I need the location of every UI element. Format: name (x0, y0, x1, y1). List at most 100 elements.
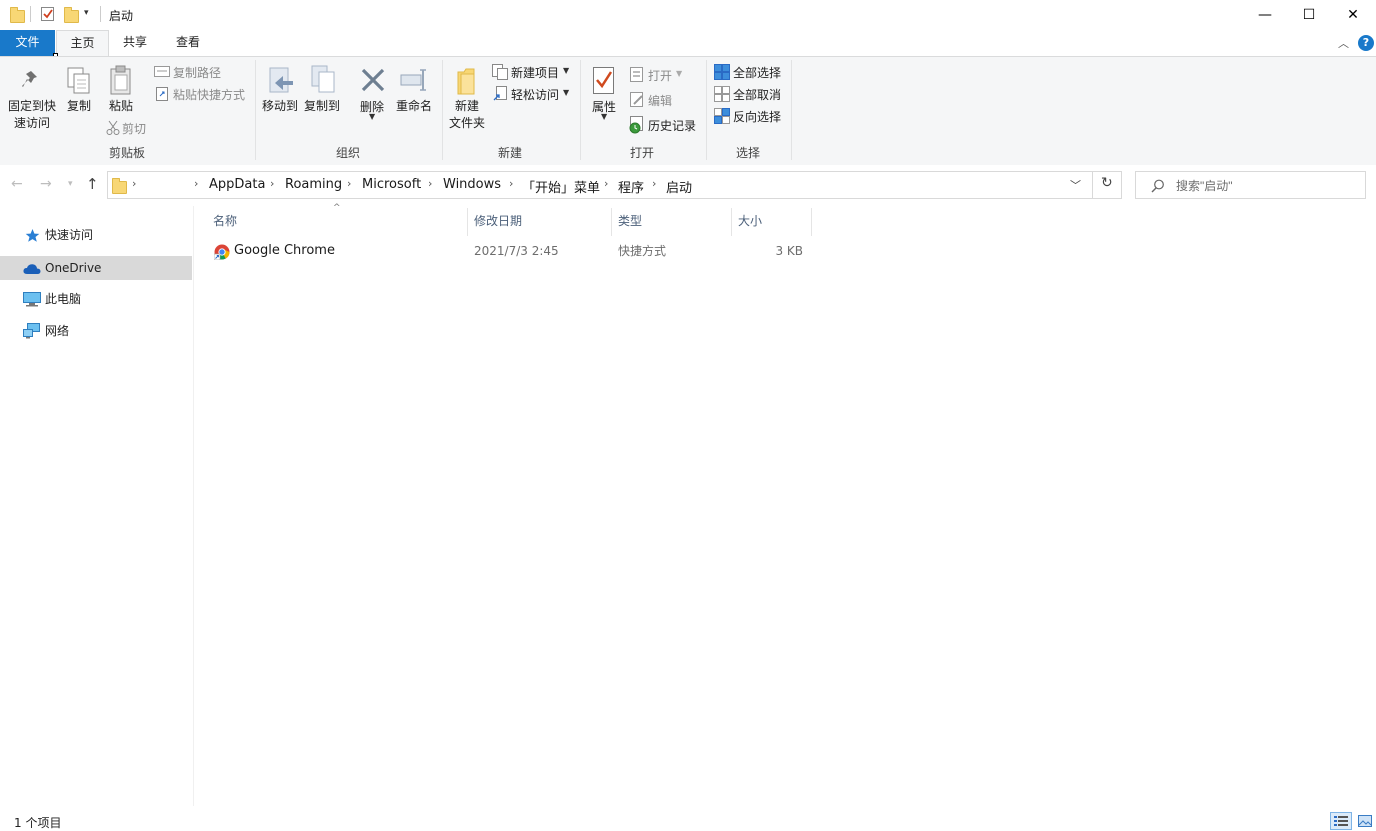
pin-quick-access-button[interactable]: 固定到快 速访问 (6, 64, 58, 134)
breadcrumb-chevron-icon[interactable]: › (604, 177, 608, 190)
breadcrumb-item[interactable]: Microsoft (362, 177, 421, 192)
scissors-icon (106, 120, 120, 135)
tab-view[interactable]: 查看 (163, 30, 213, 57)
close-button[interactable]: ✕ (1330, 0, 1376, 30)
nav-label: 网络 (45, 324, 70, 338)
new-folder-label-1: 新建 (454, 99, 479, 113)
move-to-icon (269, 67, 293, 93)
cloud-icon (23, 264, 41, 274)
delete-dropdown-icon[interactable]: ▼ (369, 112, 375, 121)
divider (30, 6, 31, 22)
search-input[interactable] (1174, 176, 1358, 196)
column-separator[interactable] (467, 208, 468, 236)
paste-button[interactable]: 粘贴 (104, 64, 138, 116)
nav-label: 此电脑 (45, 292, 82, 306)
breadcrumb-item[interactable]: 「开始」菜单 (522, 177, 600, 196)
chrome-icon (214, 244, 230, 260)
new-item-label: 新建项目 (511, 66, 560, 80)
invert-selection-label: 反向选择 (733, 110, 782, 124)
back-arrow-icon[interactable]: ← (11, 176, 23, 192)
breadcrumb-chevron-icon[interactable]: › (509, 177, 513, 190)
cut-label: 剪切 (122, 122, 147, 136)
select-none-label: 全部取消 (733, 88, 782, 102)
search-box[interactable] (1135, 171, 1366, 199)
history-icon (629, 116, 643, 134)
breadcrumb-item[interactable]: Windows (443, 177, 501, 192)
minimize-button[interactable]: — (1242, 0, 1288, 30)
new-folder-quick-icon[interactable] (64, 7, 79, 23)
new-item-button[interactable]: 新建项目 ▼ (492, 63, 572, 81)
breadcrumb-chevron-icon[interactable]: › (194, 177, 198, 190)
tab-home[interactable]: 主页 (56, 30, 109, 58)
easy-access-button[interactable]: 轻松访问 ▼ (492, 85, 572, 103)
network-icon (23, 323, 40, 339)
ribbon-separator (580, 60, 581, 160)
tab-share[interactable]: 共享 (110, 30, 160, 57)
recent-locations-icon[interactable]: ▾ (68, 179, 73, 189)
nav-item-quick-access[interactable]: 快速访问 (0, 223, 192, 247)
easy-access-icon (493, 86, 507, 101)
breadcrumb-chevron-icon[interactable]: › (347, 177, 351, 190)
copy-path-icon (154, 66, 170, 77)
properties-quick-icon[interactable] (41, 7, 54, 21)
new-folder-icon (457, 68, 475, 95)
column-header-modified[interactable]: 修改日期 (474, 208, 606, 236)
properties-button[interactable]: 属性 ▼ (586, 64, 622, 122)
status-item-count: 1 个项目 (14, 816, 62, 830)
ribbon-separator (442, 60, 443, 160)
tab-file[interactable]: 文件 (0, 30, 55, 57)
delete-button[interactable]: 删除 ▼ (355, 64, 389, 122)
move-to-label: 移动到 (261, 99, 298, 113)
nav-item-onedrive[interactable]: OneDrive (0, 256, 192, 280)
breadcrumb-chevron-icon[interactable]: › (652, 177, 656, 190)
copy-label: 复制 (66, 99, 91, 113)
large-icons-view-button[interactable] (1355, 812, 1375, 830)
column-separator[interactable] (731, 208, 732, 236)
column-header-type[interactable]: 类型 (618, 208, 728, 236)
breadcrumb-chevron-icon[interactable]: › (132, 177, 136, 190)
rename-button[interactable]: 重命名 (394, 64, 434, 116)
collapse-ribbon-icon[interactable]: ︿ (1338, 35, 1349, 51)
delete-x-icon (361, 68, 385, 92)
address-history-dropdown-icon[interactable]: ﹀ (1070, 177, 1081, 193)
window-title: 启动 (109, 9, 134, 23)
nav-item-network[interactable]: 网络 (0, 319, 192, 343)
details-view-button[interactable] (1330, 812, 1352, 830)
rename-label: 重命名 (395, 99, 432, 113)
organize-group-label: 组织 (335, 146, 360, 160)
breadcrumb-item[interactable]: Roaming (285, 177, 342, 192)
forward-arrow-icon[interactable]: → (40, 176, 52, 192)
folder-icon (10, 7, 25, 23)
star-icon (25, 229, 40, 242)
breadcrumb-item[interactable]: 程序 (618, 177, 644, 196)
move-to-button[interactable]: 移动到 (260, 64, 300, 116)
nav-item-this-pc[interactable]: 此电脑 (0, 287, 192, 311)
quick-access-dropdown-icon[interactable]: ▾ (84, 8, 89, 18)
paste-label: 粘贴 (108, 99, 133, 113)
new-folder-button[interactable]: 新建 文件夹 (446, 64, 488, 134)
paste-shortcut-icon (156, 87, 168, 101)
maximize-button[interactable]: ☐ (1286, 0, 1332, 30)
breadcrumb-chevron-icon[interactable]: › (428, 177, 432, 190)
open-button[interactable]: 打开 ▼ (630, 66, 690, 84)
column-header-size[interactable]: 大小 (738, 208, 808, 236)
refresh-icon[interactable]: ↻ (1101, 175, 1113, 191)
breadcrumb-item[interactable]: AppData (209, 177, 265, 192)
column-separator[interactable] (611, 208, 612, 236)
select-all-icon (714, 64, 730, 80)
up-arrow-icon[interactable]: ↑ (86, 175, 99, 193)
easy-access-label: 轻松访问 (511, 88, 560, 102)
copy-to-button[interactable]: 复制到 (302, 64, 342, 116)
breadcrumb-item-current[interactable]: 启动 (666, 177, 692, 196)
address-folder-icon (112, 178, 127, 194)
properties-dropdown-icon[interactable]: ▼ (601, 112, 607, 121)
ribbon-separator (791, 60, 792, 160)
column-header-name[interactable]: 名称 (213, 208, 463, 236)
select-all-label: 全部选择 (733, 66, 782, 80)
copy-button[interactable]: 复制 (62, 64, 96, 116)
new-item-icon (492, 64, 508, 80)
large-icons-view-icon (1358, 815, 1372, 827)
column-separator[interactable] (811, 208, 812, 236)
breadcrumb-chevron-icon[interactable]: › (270, 177, 274, 190)
help-icon[interactable]: ? (1358, 35, 1374, 51)
